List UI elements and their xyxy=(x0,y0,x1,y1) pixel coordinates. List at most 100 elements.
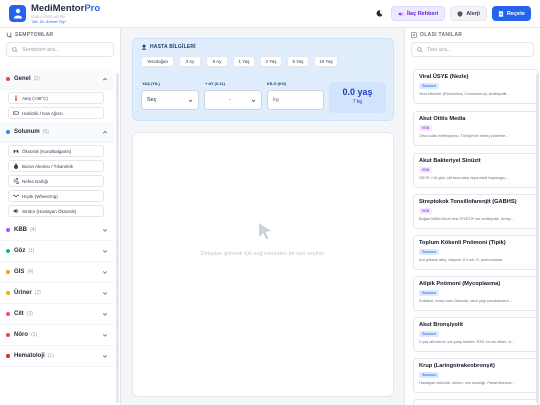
category-kbb[interactable]: KBB (4) xyxy=(0,220,114,241)
category-count: (4) xyxy=(30,227,37,233)
diagnosis-badge: Solunum xyxy=(419,372,440,378)
chevron-down-icon xyxy=(102,229,108,232)
symptom-label: Öksürük (Kuru/Balgamlı) xyxy=(22,148,72,154)
diagnosis-card[interactable]: Akut Bronşiyolit Solunum 2 yaş altında e… xyxy=(413,317,539,352)
diagnosis-card[interactable]: Streptokok Tonsillofarenjit (GABHS) KBB … xyxy=(413,194,539,229)
category-genel[interactable]: Genel (2) xyxy=(0,69,114,90)
category-count: (4) xyxy=(27,269,34,275)
diagnosis-card-partial[interactable] xyxy=(413,399,539,405)
diagnosis-desc: 2 yaş altında en sık yatış sebebi. RSV e… xyxy=(419,339,515,344)
symptom-dyspnea[interactable]: Nefes Darlığı xyxy=(8,175,104,187)
category-hematoloji[interactable]: Hematoloji (1) xyxy=(0,346,114,367)
drug-guide-button[interactable]: İlaç Rehberi xyxy=(391,6,446,21)
category-name: Hematoloji xyxy=(14,353,45,359)
brand: MediMentorPro V16.0 PEDIATRI "Art. Dr. A… xyxy=(31,3,100,24)
diagnosis-title: Streptokok Tonsillofarenjit (GABHS) xyxy=(419,199,517,205)
diagnosis-card[interactable]: Atipik Pnömoni (Mycoplasma) Solunum Suba… xyxy=(413,276,539,311)
category-count: (1) xyxy=(28,248,35,254)
category-count: (1) xyxy=(31,332,38,338)
diagnosis-card[interactable]: Viral ÜSYE (Nezle) Solunum Viral etkenle… xyxy=(413,69,539,104)
age-button-6m[interactable]: 6 Ay xyxy=(206,56,228,67)
category-dot xyxy=(6,354,10,358)
diagnosis-card[interactable]: Krup (Laringotrakeobronşit) Solunum Havl… xyxy=(413,358,539,393)
category-name: Üriner xyxy=(14,290,32,296)
chevron-down-icon xyxy=(251,99,256,102)
category-name: Göz xyxy=(14,248,26,254)
diagnosis-desc: Viral etkenler (Rhinovirus, Coronavirus)… xyxy=(419,91,510,96)
symptom-search-input[interactable] xyxy=(22,46,102,53)
weight-field[interactable] xyxy=(267,90,324,110)
months-select[interactable]: - xyxy=(204,90,262,110)
diagnosis-card[interactable]: Akut Bakteriyel Sinüzit KBB ÜSYE >10 gün… xyxy=(413,153,539,188)
diagnosis-card[interactable]: Akut Otitis Media KBB Orta kulak enfeksi… xyxy=(413,111,539,146)
category-cilt[interactable]: Cilt (3) xyxy=(0,304,114,325)
diagnosis-search[interactable] xyxy=(411,42,534,57)
diagnosis-badge: Solunum xyxy=(419,290,440,296)
weight-input[interactable] xyxy=(268,91,323,109)
diagnosis-scrollbar[interactable] xyxy=(536,73,539,403)
diagnosis-title: Akut Bakteriyel Sinüzit xyxy=(419,158,481,164)
category-count: (5) xyxy=(42,129,49,135)
age-button-2y[interactable]: 2 Yaş xyxy=(260,56,282,67)
dark-mode-toggle[interactable] xyxy=(372,7,386,21)
thermometer-icon xyxy=(14,95,18,101)
diagnosis-badge: KBB xyxy=(419,167,433,173)
diagnosis-title: Akut Otitis Media xyxy=(419,116,466,122)
age-button-newborn[interactable]: Yenidoğan xyxy=(141,56,174,67)
diagnosis-card[interactable]: Toplum Kökenli Pnömoni (Tipik) Solunum A… xyxy=(413,235,539,270)
search-icon xyxy=(12,46,18,53)
symptom-runny-nose[interactable]: Burun Akıntısı / Tıkanıklık xyxy=(8,160,104,172)
symptom-wheezing[interactable]: Hışıltı (Wheezing) xyxy=(8,190,104,202)
patient-info-panel: HASTA BİLGİLERİ Yenidoğan 3 Ay 6 Ay 1 Ya… xyxy=(132,38,394,121)
chevron-down-icon xyxy=(102,355,108,358)
age-quick-buttons: Yenidoğan 3 Ay 6 Ay 1 Yaş 2 Yaş 5 Yaş 10… xyxy=(141,56,385,67)
diagnosis-badge: KBB xyxy=(419,208,433,214)
symptom-fatigue[interactable]: Halsizlik / Kas Ağrısı xyxy=(8,107,104,119)
pill-icon xyxy=(398,12,404,15)
symptom-fever[interactable]: Ateş (>38°C) xyxy=(8,92,104,104)
category-name: KBB xyxy=(14,227,27,233)
lungs-icon xyxy=(13,148,19,153)
category-goz[interactable]: Göz (1) xyxy=(0,241,114,262)
category-solunum[interactable]: Solunum (5) xyxy=(0,122,114,143)
chevron-down-icon xyxy=(102,250,108,253)
chevron-down-icon xyxy=(102,313,108,316)
detail-placeholder: Detayları görmek için sağ menüden bir ta… xyxy=(200,251,326,257)
diagnosis-desc: Subakut, inatçı kuru öksürük, okul çağı … xyxy=(419,298,512,303)
symptom-label: Ateş (>38°C) xyxy=(22,95,48,101)
wave-icon xyxy=(13,194,19,198)
category-noro[interactable]: Nöro (1) xyxy=(0,325,114,346)
diagnosis-search-input[interactable] xyxy=(427,46,507,53)
prescription-button[interactable]: Reçete xyxy=(491,6,531,21)
symptom-stridor[interactable]: Stridor (Havlayan Öksürük) xyxy=(8,205,104,217)
baby-icon xyxy=(141,44,147,50)
category-count: (1) xyxy=(47,353,54,359)
search-icon xyxy=(417,46,423,53)
symptom-search[interactable] xyxy=(6,42,114,57)
category-dot xyxy=(6,130,10,134)
years-label: YAŞ (YIL) xyxy=(142,81,160,86)
symptoms-title-text: SEMPTOMLAR xyxy=(15,32,54,38)
diagnoses-section-title: OLASI TANILAR xyxy=(405,28,540,42)
symptom-label: Stridor (Havlayan Öksürük) xyxy=(22,208,77,214)
diagnosis-badge: Solunum xyxy=(419,249,440,255)
diagnosis-title: Atipik Pnömoni (Mycoplasma) xyxy=(419,281,501,287)
weight-label: KİLO (KG) xyxy=(267,81,287,86)
age-button-5y[interactable]: 5 Yaş xyxy=(287,56,309,67)
category-name: Genel xyxy=(14,76,31,82)
brand-title: MediMentorPro xyxy=(31,3,100,14)
diagnosis-detail-panel: Detayları görmek için sağ menüden bir ta… xyxy=(132,132,394,397)
age-button-1y[interactable]: 1 Yaş xyxy=(233,56,255,67)
years-select[interactable]: Seç xyxy=(141,90,199,110)
category-name: Solunum xyxy=(14,129,40,135)
category-gis[interactable]: GIS (4) xyxy=(0,262,114,283)
symptom-cough[interactable]: Öksürük (Kuru/Balgamlı) xyxy=(8,145,104,157)
category-dot xyxy=(6,228,10,232)
age-button-3m[interactable]: 3 Ay xyxy=(179,56,201,67)
age-button-10y[interactable]: 10 Yaş xyxy=(314,56,338,67)
sidebar-scrollbar[interactable] xyxy=(116,73,119,403)
category-uriner[interactable]: Üriner (2) xyxy=(0,283,114,304)
cursor-icon xyxy=(259,223,271,240)
allergy-button[interactable]: Alerji xyxy=(450,6,487,21)
category-count: (2) xyxy=(34,290,41,296)
